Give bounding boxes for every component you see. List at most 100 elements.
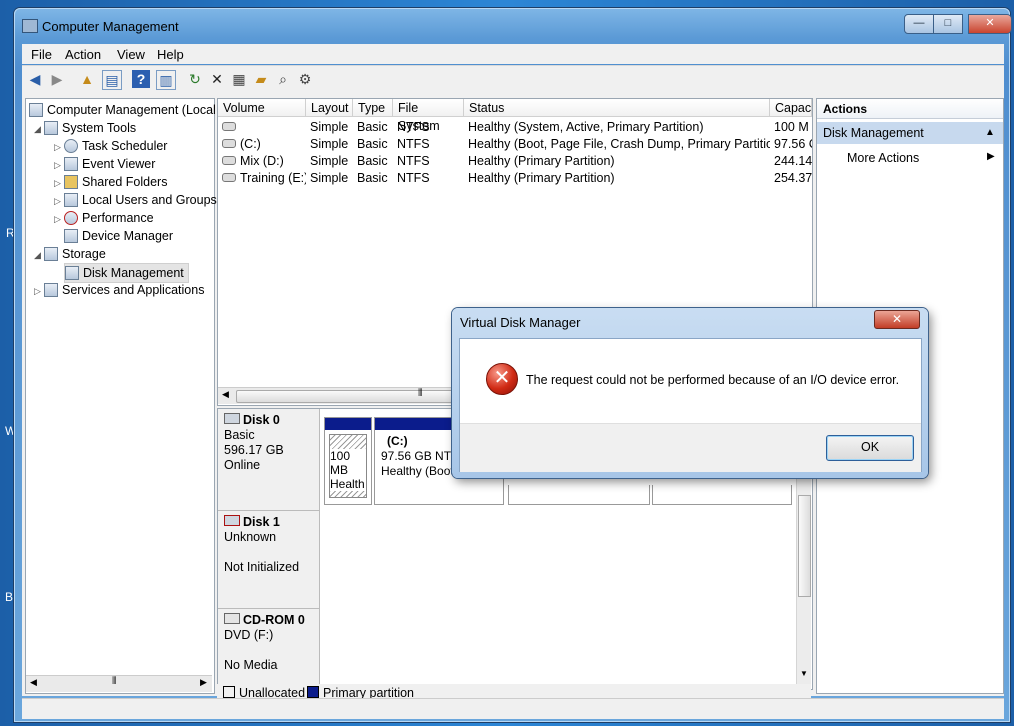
primary-swatch: [307, 686, 319, 698]
collapse-triangle-icon[interactable]: ◢: [34, 120, 44, 138]
cell-text: Healthy (Primary Partition): [468, 154, 615, 168]
scroll-left-icon[interactable]: ◀: [30, 677, 37, 688]
column-header-type[interactable]: Type: [353, 99, 393, 117]
disk-0-name: Disk 0: [243, 413, 280, 427]
tree-label: Performance: [82, 211, 154, 225]
ok-button[interactable]: OK: [826, 435, 914, 461]
forward-arrow-icon[interactable]: ▶: [48, 70, 66, 88]
scroll-right-icon[interactable]: ▶: [200, 677, 207, 688]
dialog-title: Virtual Disk Manager: [460, 315, 581, 330]
partition-hatched: 100 MB Health: [329, 434, 367, 498]
disk-1-label[interactable]: Disk 1 Unknown Not Initialized: [218, 511, 320, 609]
expand-triangle-icon[interactable]: ▷: [34, 282, 44, 300]
cell-capacity: 254.37: [774, 170, 812, 187]
expand-triangle-icon[interactable]: ▷: [54, 192, 64, 210]
expand-triangle-icon[interactable]: ▷: [54, 156, 64, 174]
menu-file[interactable]: File: [31, 47, 52, 62]
column-header-file-system[interactable]: File System: [393, 99, 464, 133]
actions-section-label: Disk Management: [823, 126, 924, 140]
minimize-button[interactable]: —: [904, 14, 934, 34]
partition-size: 100 MB: [330, 449, 366, 477]
tree-horizontal-scrollbar[interactable]: ◀ ⦀ ▶: [26, 675, 212, 692]
scroll-thumb-grip-icon: ⦀: [418, 388, 423, 399]
tree-item-device-manager[interactable]: Device Manager: [64, 227, 173, 245]
scroll-down-icon[interactable]: ▼: [800, 669, 808, 678]
settings-icon[interactable]: ⚙: [296, 70, 314, 88]
tree-item-system-tools[interactable]: ◢ System Tools: [34, 119, 136, 137]
close-button[interactable]: ✕: [968, 14, 1012, 34]
tree-item-services-applications[interactable]: ▷ Services and Applications: [34, 281, 204, 299]
collapse-arrow-icon[interactable]: ▲: [985, 122, 995, 144]
menu-action[interactable]: Action: [65, 47, 101, 62]
expand-triangle-icon[interactable]: ▷: [54, 210, 64, 228]
menu-help[interactable]: Help: [157, 47, 184, 62]
table-row[interactable]: Training (E:) Simple Basic NTFS Healthy (Pri…: [218, 170, 812, 187]
volume-drive-icon: [222, 122, 236, 131]
cell-file-system: NTFS: [397, 119, 464, 136]
maximize-button[interactable]: □: [933, 14, 963, 34]
column-header-layout[interactable]: Layout: [306, 99, 353, 117]
column-header-capacity[interactable]: Capac: [770, 99, 812, 117]
title-bar[interactable]: Computer Management — □ ✕: [14, 8, 1012, 38]
cell-text: (C:): [240, 137, 261, 151]
help-icon[interactable]: ?: [132, 70, 150, 88]
show-hide-tree-icon[interactable]: ▤: [102, 70, 122, 90]
tree-item-computer-management[interactable]: Computer Management (Local: [29, 101, 216, 119]
scroll-thumb-grip-icon[interactable]: ⦀: [112, 676, 116, 687]
expand-triangle-icon[interactable]: ▷: [54, 138, 64, 156]
partition-d[interactable]: [508, 485, 650, 505]
tree-item-shared-folders[interactable]: ▷ Shared Folders: [54, 173, 167, 191]
cdrom-0-label[interactable]: CD-ROM 0 DVD (F:) No Media: [218, 609, 320, 689]
column-header-volume[interactable]: Volume: [218, 99, 306, 117]
disk-name: Disk 0: [224, 413, 313, 428]
cell-text: Mix (D:): [240, 154, 284, 168]
show-hide-action-pane-icon[interactable]: ▥: [156, 70, 176, 90]
disk-error-icon: [224, 515, 240, 526]
partition-e[interactable]: [652, 485, 792, 505]
virtual-disk-manager-dialog: Virtual Disk Manager ✕ ✕ The request cou…: [452, 308, 928, 478]
cell-text: Training (E:): [240, 171, 306, 185]
unallocated-swatch: [223, 686, 235, 698]
action-more-actions[interactable]: More Actions ▶: [847, 151, 997, 165]
cell-text: Healthy (System, Active, Primary Partiti…: [468, 120, 704, 134]
cell-status: Healthy (Primary Partition): [468, 170, 770, 187]
actions-header: Actions: [817, 99, 1003, 119]
menu-view[interactable]: View: [117, 47, 145, 62]
disk-0-label[interactable]: Disk 0 Basic 596.17 GB Online: [218, 409, 320, 511]
delete-icon[interactable]: ✕: [208, 70, 226, 88]
refresh-icon[interactable]: ↻: [186, 70, 204, 88]
tree-item-event-viewer[interactable]: ▷ Event Viewer: [54, 155, 155, 173]
collapse-triangle-icon[interactable]: ◢: [34, 246, 44, 264]
actions-section-disk-management[interactable]: Disk Management ▲: [817, 122, 1003, 144]
properties-icon[interactable]: ▦: [230, 70, 248, 88]
up-folder-icon[interactable]: ▲: [78, 70, 96, 88]
scroll-thumb[interactable]: [798, 495, 811, 597]
open-folder-icon[interactable]: ▰: [252, 70, 270, 88]
cell-file-system: NTFS: [397, 153, 464, 170]
disk-0-size: 596.17 GB: [224, 443, 284, 457]
scroll-left-icon[interactable]: ◀: [222, 389, 229, 400]
cell-layout: Simple: [310, 119, 353, 136]
column-header-status[interactable]: Status: [464, 99, 770, 117]
tree-label: Shared Folders: [82, 175, 168, 189]
table-row[interactable]: Mix (D:) Simple Basic NTFS Healthy (Primary …: [218, 153, 812, 170]
expand-triangle-icon[interactable]: ▷: [54, 174, 64, 192]
search-icon[interactable]: ⌕: [274, 70, 292, 88]
tree-item-local-users-groups[interactable]: ▷ Local Users and Groups: [54, 191, 217, 209]
table-row[interactable]: Simple Basic NTFS Healthy (System, Active, …: [218, 119, 810, 136]
cell-text: Simple: [310, 171, 349, 185]
cell-volume: Training (E:): [222, 170, 306, 187]
cell-text: Basic: [357, 171, 388, 185]
tree-item-storage[interactable]: ◢ Storage: [34, 245, 106, 263]
tree-item-disk-management[interactable]: Disk Management: [64, 263, 189, 283]
tree-item-performance[interactable]: ▷ Performance: [54, 209, 154, 227]
tree-label: Local Users and Groups: [82, 193, 217, 207]
partition-system-reserved[interactable]: 100 MB Health: [324, 417, 372, 505]
dialog-close-button[interactable]: ✕: [874, 310, 920, 329]
device-manager-icon: [64, 229, 78, 243]
performance-icon: [64, 211, 78, 225]
back-arrow-icon[interactable]: ◀: [26, 70, 44, 88]
table-row[interactable]: (C:) Simple Basic NTFS Healthy (Boot, Page F…: [218, 136, 812, 153]
shared-folder-icon: [64, 175, 78, 189]
tree-item-task-scheduler[interactable]: ▷ Task Scheduler: [54, 137, 167, 155]
